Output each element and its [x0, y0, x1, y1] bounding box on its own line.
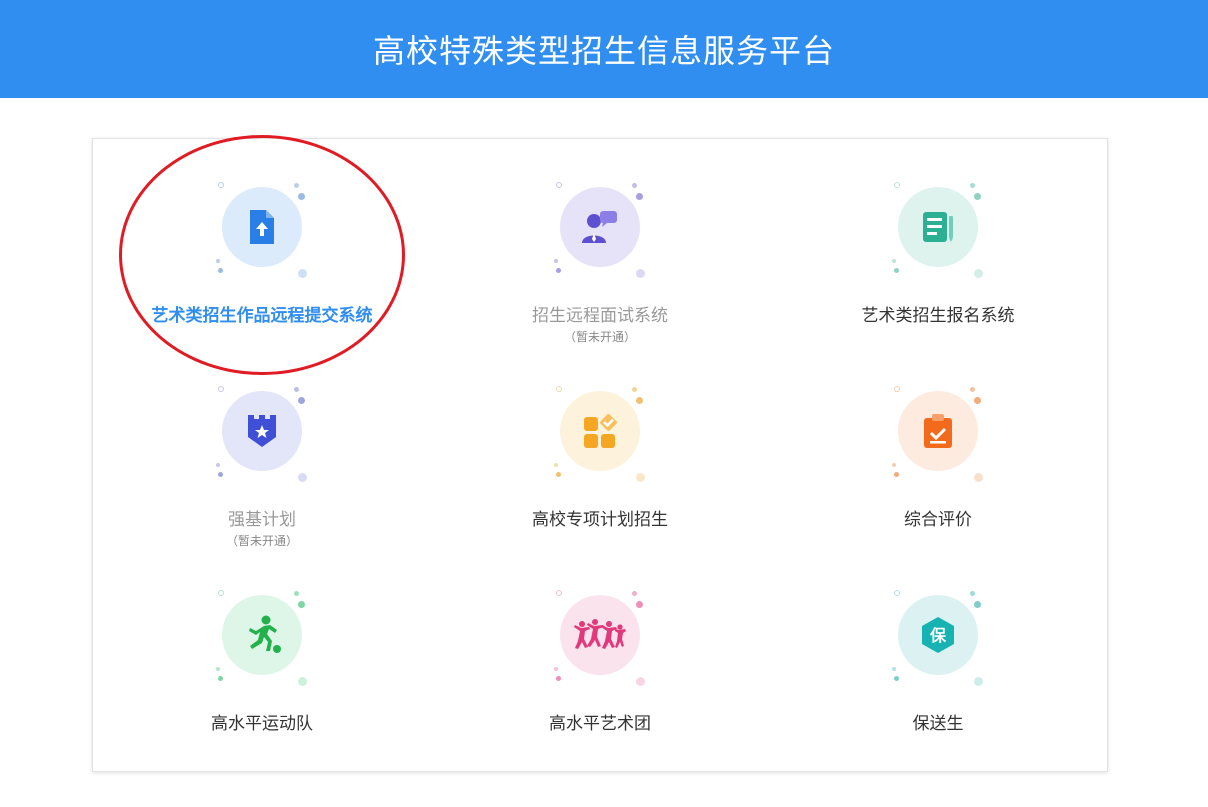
service-card-recommended-students[interactable]: 保 保送生 — [788, 590, 1088, 785]
dancers-icon — [560, 595, 640, 675]
clipboard-check-icon — [898, 391, 978, 471]
service-label: 高水平艺术团 — [549, 714, 651, 734]
service-card-art-registration[interactable]: 艺术类招生报名系统 — [788, 182, 1088, 377]
service-label: 高水平运动队 — [211, 714, 313, 734]
service-card-sports-team[interactable]: 高水平运动队 — [112, 590, 412, 785]
service-label: 综合评价 — [904, 510, 972, 530]
page-title: 高校特殊类型招生信息服务平台 — [372, 32, 835, 70]
soccer-player-icon — [222, 595, 302, 675]
service-card-strong-base-plan[interactable]: 强基计划 （暂未开通） — [112, 386, 412, 581]
service-label: 艺术类招生报名系统 — [861, 306, 1015, 326]
service-label: 保送生 — [912, 714, 964, 734]
bao-hexagon-icon: 保 — [898, 595, 978, 675]
castle-shield-icon — [222, 391, 302, 471]
service-card-comprehensive-evaluation[interactable]: 综合评价 — [788, 386, 1088, 581]
service-label: 高校专项计划招生 — [532, 510, 668, 530]
service-label: 强基计划 — [228, 510, 296, 530]
services-panel: 艺术类招生作品远程提交系统 招生远程面试系统 （暂未开通） 艺术类招生报名系统 … — [92, 138, 1108, 772]
grid-check-icon — [560, 391, 640, 471]
service-status: （暂未开通） — [563, 330, 636, 344]
file-upload-icon — [222, 187, 302, 267]
service-label: 招生远程面试系统 — [532, 306, 668, 326]
registration-form-icon — [898, 187, 978, 267]
service-card-art-troupe[interactable]: 高水平艺术团 — [450, 590, 750, 785]
service-status: （暂未开通） — [225, 534, 298, 548]
header-bar: 高校特殊类型招生信息服务平台 — [0, 0, 1208, 98]
bao-badge-text: 保 — [929, 626, 947, 645]
service-label: 艺术类招生作品远程提交系统 — [151, 306, 373, 326]
service-card-remote-interview[interactable]: 招生远程面试系统 （暂未开通） — [450, 182, 750, 377]
interview-icon — [560, 187, 640, 267]
service-card-special-plan[interactable]: 高校专项计划招生 — [450, 386, 750, 581]
service-card-art-work-submission[interactable]: 艺术类招生作品远程提交系统 — [112, 182, 412, 377]
